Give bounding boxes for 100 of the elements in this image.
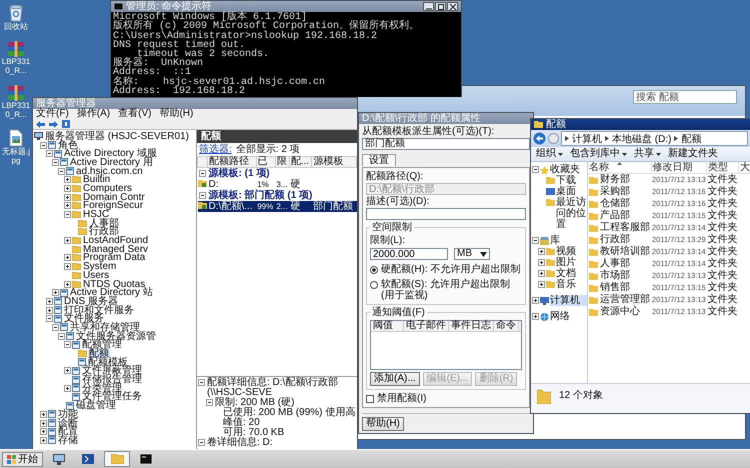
unit-dropdown[interactable]: MB	[454, 248, 490, 260]
tree-item[interactable]: 存储报告管理	[81, 375, 143, 384]
help-button[interactable]: 帮助(H)	[362, 417, 404, 431]
expand-toggle[interactable]	[198, 439, 205, 446]
description-field[interactable]	[366, 208, 526, 220]
column-header[interactable]: 类型	[706, 162, 739, 174]
tree-item[interactable]: 磁盘管理	[75, 401, 117, 410]
tree-item[interactable]: Users	[82, 270, 110, 280]
address-bar[interactable]: 计算机 本地磁盘 (D:) 配额	[561, 131, 748, 146]
tree-item[interactable]: System	[82, 262, 118, 272]
action-button[interactable]: 添加(A)...	[370, 372, 420, 386]
tree-item[interactable]: Managed Serv	[82, 244, 150, 254]
nav-item[interactable]: 文档	[556, 268, 587, 279]
expand-toggle[interactable]	[538, 259, 545, 266]
column-header[interactable]: 配...	[289, 156, 312, 168]
tree-item[interactable]: 配置	[57, 427, 79, 436]
expand-toggle[interactable]	[46, 306, 53, 314]
column-header[interactable]: 修改日期	[651, 162, 707, 174]
menu-item[interactable]: 帮助(H)	[159, 109, 194, 119]
tree-item[interactable]: 共享和存储管理	[69, 322, 141, 332]
expand-toggle[interactable]	[46, 298, 53, 305]
expand-toggle[interactable]	[532, 237, 539, 244]
back-button-icon[interactable]	[533, 132, 546, 145]
expand-toggle[interactable]	[64, 202, 71, 210]
expand-toggle[interactable]	[206, 399, 213, 406]
tree-item[interactable]: 诊断	[57, 418, 79, 428]
menu-item[interactable]: 查看(V)	[118, 109, 152, 119]
tree-item[interactable]: 人事部	[88, 218, 120, 228]
tree-item[interactable]: Active Directory 站	[69, 288, 154, 298]
expand-toggle[interactable]	[198, 379, 205, 386]
nav-item[interactable]: 计算机	[550, 295, 587, 306]
tree-item[interactable]: Domain Contr	[82, 192, 146, 202]
desktop-icon[interactable]: 无标题.jpg	[0, 129, 32, 165]
expand-toggle[interactable]	[64, 211, 71, 218]
back-arrow-icon[interactable]	[36, 120, 45, 128]
expand-toggle[interactable]	[198, 170, 206, 177]
toolbar-button[interactable]: 组织	[533, 148, 566, 160]
menu-item[interactable]: 文件(F)	[36, 109, 69, 119]
expand-toggle[interactable]	[64, 384, 71, 392]
column-header[interactable]: 大	[738, 162, 750, 174]
tree-item[interactable]: 文件屏蔽管理	[81, 366, 143, 376]
tree-item[interactable]: 打印和文件服务	[63, 306, 135, 315]
expand-toggle[interactable]	[538, 248, 545, 255]
expand-toggle[interactable]	[64, 176, 71, 184]
maximize-button[interactable]	[435, 2, 446, 11]
tree-item[interactable]: Active Directory 域服	[63, 149, 158, 158]
help-icon[interactable]	[62, 120, 70, 128]
expand-toggle[interactable]	[58, 168, 65, 175]
filter-link[interactable]: 筛选器:	[199, 144, 232, 155]
column-header[interactable]: 配额路径	[208, 156, 256, 168]
column-header[interactable]: 名称	[588, 162, 651, 174]
nav-item[interactable]: 图片	[556, 257, 587, 268]
tree-item[interactable]: 配额	[88, 349, 110, 358]
expand-toggle[interactable]	[40, 410, 47, 418]
toolbar-button[interactable]: 新建文件夹	[665, 148, 721, 160]
expand-toggle[interactable]	[198, 192, 206, 199]
icon-cell[interactable]	[198, 201, 208, 212]
expand-toggle[interactable]	[58, 332, 65, 340]
desktop-icon[interactable]: LBP3310_R...	[0, 41, 32, 75]
expand-toggle[interactable]	[64, 194, 71, 201]
radio-button[interactable]	[370, 266, 378, 274]
desktop-icon[interactable]: LBP3310_R...	[0, 85, 32, 119]
breadcrumb-item[interactable]: 计算机	[572, 132, 602, 146]
expand-toggle[interactable]	[46, 150, 53, 158]
minimize-button[interactable]	[423, 2, 434, 11]
tree-item[interactable]: 功能	[57, 410, 79, 419]
expand-toggle[interactable]	[40, 436, 47, 444]
column-header[interactable]: 阈值	[371, 321, 404, 331]
tree-item[interactable]: 配额管理	[81, 340, 123, 350]
tree-item[interactable]: NTDS Quotas	[82, 280, 146, 289]
nav-item[interactable]: 下载	[556, 175, 587, 186]
tree-item[interactable]: 服务器管理器 (HSJC-SEVER01)	[44, 132, 190, 141]
menu-item[interactable]: 操作(A)	[76, 109, 110, 119]
tree-item[interactable]: 分类管理	[81, 384, 123, 393]
tree-item[interactable]: Program Data	[82, 253, 146, 262]
expand-toggle[interactable]	[538, 281, 545, 288]
tree-item[interactable]: 文件服务	[63, 314, 105, 324]
nav-item[interactable]: 收藏夹	[550, 164, 587, 175]
icon-cell[interactable]	[198, 179, 208, 190]
checkbox[interactable]	[366, 394, 374, 402]
expand-toggle[interactable]	[532, 166, 539, 173]
tab[interactable]: 设置	[362, 154, 396, 166]
expand-toggle[interactable]	[40, 428, 47, 436]
tree-item[interactable]: Builtin	[82, 175, 112, 184]
tree-item[interactable]: 行政部	[88, 227, 120, 236]
forward-arrow-icon[interactable]	[49, 120, 58, 128]
expand-toggle[interactable]	[64, 184, 71, 192]
expand-toggle[interactable]	[532, 297, 539, 304]
start-button[interactable]: 开始	[2, 452, 43, 466]
nav-item[interactable]: 最近访问的位置	[556, 197, 587, 230]
tree-item[interactable]: DNS 服务器	[63, 296, 119, 306]
radio-button[interactable]	[370, 280, 378, 288]
column-header[interactable]: 命令	[494, 321, 519, 331]
tree-item[interactable]: Active Directory 用	[69, 158, 154, 167]
tree-item[interactable]: 存储	[57, 436, 79, 445]
expand-toggle[interactable]	[52, 158, 59, 166]
column-header[interactable]: 限	[275, 156, 290, 168]
expand-toggle[interactable]	[40, 420, 47, 427]
expand-toggle[interactable]	[64, 263, 71, 270]
tree-item[interactable]: 文件管理任务	[81, 392, 143, 402]
